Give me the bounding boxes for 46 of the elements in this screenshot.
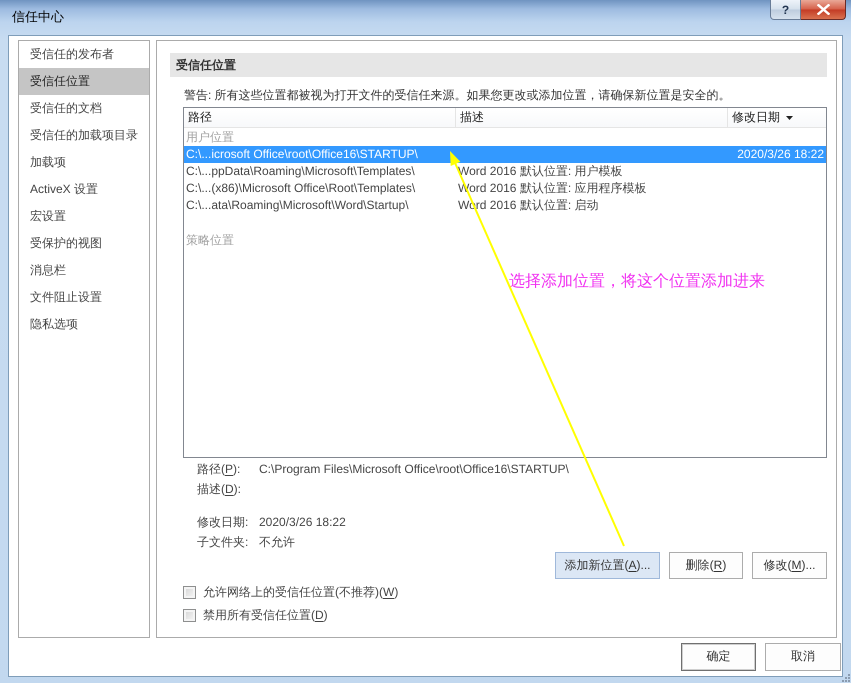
sidebar-item[interactable]: 受保护的视图	[19, 230, 149, 257]
close-button[interactable]	[801, 0, 846, 20]
table-cell-text: 2020/3/26 18:22	[736, 146, 825, 163]
table-cell-text: C:\...ppData\Roaming\Microsoft\Templates\	[185, 163, 416, 180]
sidebar-item[interactable]: ActiveX 设置	[19, 176, 149, 203]
checkbox-label[interactable]: 禁用所有受信任位置(D)	[203, 608, 328, 624]
sidebar-item[interactable]: 加载项	[19, 149, 149, 176]
checkbox[interactable]	[183, 586, 196, 599]
field-label: 修改日期:	[197, 514, 250, 531]
modify-button[interactable]: 修改(M)...	[752, 552, 827, 579]
field-value: 不允许	[259, 534, 295, 551]
sidebar-item[interactable]: 隐私选项	[19, 311, 149, 338]
table-cell-text: C:\...ata\Roaming\Microsoft\Word\Startup\	[185, 197, 410, 214]
field-value: 2020/3/26 18:22	[259, 514, 346, 531]
sidebar-item[interactable]: 受信任位置	[19, 68, 149, 95]
resize-grip-icon[interactable]	[842, 674, 850, 682]
close-icon	[816, 4, 830, 15]
ok-button[interactable]: 确定	[681, 643, 756, 671]
column-header[interactable]: 修改日期	[728, 108, 826, 127]
table-cell-text: C:\...icrosoft Office\root\Office16\STARTUP\	[185, 146, 419, 163]
sidebar-item[interactable]: 宏设置	[19, 203, 149, 230]
column-header[interactable]: 路径	[184, 108, 456, 127]
warning-text: 警告: 所有这些位置都被视为打开文件的受信任来源。如果您更改或添加位置，请确保新位置是安全的。	[184, 87, 732, 103]
section-title: 受信任位置	[170, 53, 827, 77]
field-label: 路径(P):	[197, 461, 242, 478]
sort-icon	[786, 116, 793, 120]
field-value: C:\Program Files\Microsoft Office\root\Office16\STARTUP\	[259, 461, 569, 478]
field-label: 子文件夹:	[197, 534, 250, 551]
table-cell-text: C:\...(x86)\Microsoft Office\Root\Templates\	[185, 180, 416, 197]
sidebar-item[interactable]: 文件阻止设置	[19, 284, 149, 311]
sidebar-item[interactable]: 受信任的发布者	[19, 41, 149, 68]
remove-button[interactable]: 删除(R)	[669, 552, 743, 579]
group-label: 策略位置	[185, 232, 235, 249]
sidebar-item[interactable]: 受信任的加载项目录	[19, 122, 149, 149]
cancel-button[interactable]: 取消	[765, 643, 841, 671]
checkbox[interactable]	[183, 609, 196, 622]
field-label: 描述(D):	[197, 481, 242, 498]
sidebar-item[interactable]: 消息栏	[19, 257, 149, 284]
annotation-text: 选择添加位置，将这个位置添加进来	[509, 273, 765, 291]
add-location-button[interactable]: 添加新位置(A)...	[555, 552, 660, 579]
sidebar-item[interactable]: 受信任的文档	[19, 95, 149, 122]
column-header[interactable]: 描述	[456, 108, 728, 127]
window-title: 信任中心	[12, 8, 64, 26]
group-label: 用户位置	[185, 129, 235, 146]
checkbox-label[interactable]: 允许网络上的受信任位置(不推荐)(W)	[203, 584, 398, 600]
help-button[interactable]: ?	[770, 0, 801, 20]
